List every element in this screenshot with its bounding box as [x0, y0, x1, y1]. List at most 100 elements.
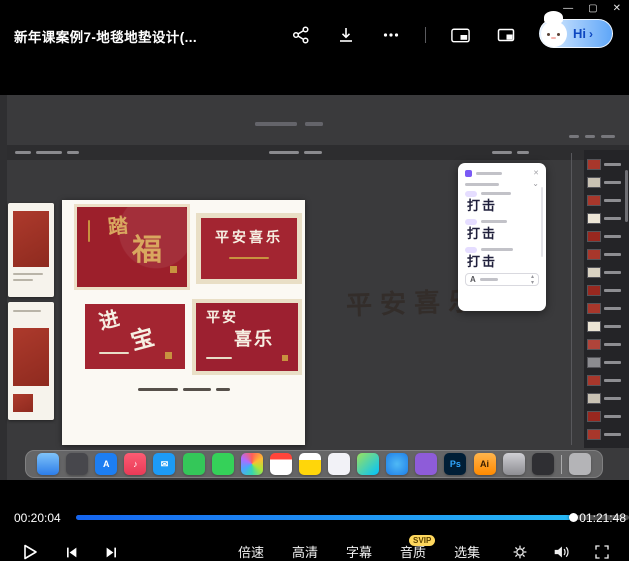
stepper-icon[interactable]: ▴▾: [531, 274, 534, 286]
panel-app-icon: [465, 170, 472, 177]
panel-close-icon[interactable]: ✕: [533, 170, 539, 177]
mini-player-icon[interactable]: [495, 24, 516, 45]
layer-row: [587, 173, 626, 191]
finder-icon: [37, 453, 59, 475]
font-style-label: [465, 217, 539, 226]
menubar-status-icons: [569, 135, 615, 138]
next-button[interactable]: [104, 545, 119, 560]
layer-row: [587, 353, 626, 371]
svip-badge: SVIP: [409, 535, 435, 546]
calligraphy-char: 福: [132, 236, 162, 266]
account-label: Hi: [573, 26, 586, 41]
menu-item-subtitles[interactable]: 字幕: [346, 546, 372, 560]
layer-row: [587, 155, 626, 173]
player-menu: 倍速 高清 字幕 音质 SVIP 选集: [238, 546, 480, 560]
photos-icon: [241, 453, 263, 475]
menu-item-speed[interactable]: 倍速: [238, 546, 264, 560]
app-window: — ▢ ✕ 新年课案例7-地毯地垫设计(...: [0, 0, 629, 561]
font-preview[interactable]: 打击: [467, 228, 539, 241]
maps-icon: [357, 453, 379, 475]
toolbar-divider: [425, 27, 426, 43]
facetime-icon: [183, 453, 205, 475]
dock: A♪✉PsAi: [25, 450, 603, 478]
account-button[interactable]: Hi ›: [539, 19, 613, 48]
layer-row: [587, 227, 626, 245]
layer-row: [587, 299, 626, 317]
layer-row: [587, 407, 626, 425]
menu-item-episodes[interactable]: 选集: [454, 546, 480, 560]
previous-button[interactable]: [64, 545, 79, 560]
style-tag: [465, 219, 477, 225]
progress-bar[interactable]: [76, 515, 629, 520]
font-preview[interactable]: 打击: [467, 256, 539, 269]
progress-thumb[interactable]: [569, 513, 578, 522]
layer-row: [587, 335, 626, 353]
dark-app-icon: [532, 453, 554, 475]
layers-list: [587, 155, 626, 443]
launchpad-icon: [66, 453, 88, 475]
volume-icon[interactable]: [553, 544, 570, 560]
chevron-down-icon: ⌄: [532, 180, 539, 188]
music-icon: ♪: [124, 453, 146, 475]
settings-icon[interactable]: [512, 544, 528, 560]
carpet-design-4: 平安 喜乐: [192, 299, 302, 375]
player-bar: 00:20:04 01:21:48 倍速 高清 字幕 音质 SVIP 选集: [0, 480, 629, 561]
video-surface[interactable]: 踏 福 平安喜乐 进 宝 平安 喜乐: [0, 95, 629, 480]
font-size-glyph: A: [470, 275, 476, 284]
minimize-icon[interactable]: —: [563, 3, 573, 15]
calligraphy-char: 踏: [107, 215, 129, 237]
calligraphy-char: 宝: [128, 325, 156, 353]
play-button[interactable]: [22, 544, 38, 560]
font-family-selector[interactable]: ⌄: [465, 179, 539, 189]
avatar-hat-decoration: [544, 11, 563, 24]
layer-row: [587, 263, 626, 281]
font-style-label: [465, 245, 539, 254]
style-tag: [465, 191, 477, 197]
panel-divider: [571, 153, 572, 445]
layer-row: [587, 371, 626, 389]
carpet-design-3: 进 宝: [85, 304, 185, 369]
share-icon[interactable]: [290, 24, 311, 45]
purple-app-icon: [415, 453, 437, 475]
font-size-input[interactable]: A ▴▾: [465, 273, 539, 286]
fullscreen-icon[interactable]: [594, 544, 610, 560]
progress-fill: [76, 515, 574, 520]
canvas-caption-bars: [62, 388, 305, 391]
safari-icon: [386, 453, 408, 475]
more-icon[interactable]: [380, 24, 401, 45]
calligraphy-title: 平安喜乐: [196, 231, 302, 245]
carpet-design-1: 踏 福: [74, 204, 190, 290]
picture-in-picture-icon[interactable]: [450, 24, 471, 45]
video-title: 新年课案例7-地毯地垫设计(...: [14, 26, 197, 46]
avatar: [541, 21, 567, 47]
artboard-label-bars: [255, 122, 323, 126]
close-icon[interactable]: ✕: [613, 3, 621, 15]
download-icon[interactable]: [335, 24, 356, 45]
menu-item-quality[interactable]: 高清: [292, 546, 318, 560]
screen-left-edge: [0, 95, 7, 480]
design-app-toolbar: [7, 145, 629, 160]
total-time: 01:21:48: [579, 512, 626, 524]
style-tag: [465, 247, 477, 253]
trash-icon: [569, 453, 591, 475]
chevron-right-icon: ›: [589, 27, 593, 41]
menu-item-audio[interactable]: 音质 SVIP: [400, 546, 426, 560]
layer-row: [587, 317, 626, 335]
calligraphy-char: 进: [97, 308, 121, 332]
settings-icon: [503, 453, 525, 475]
layer-row: [587, 281, 626, 299]
layer-row: [587, 209, 626, 227]
dock-divider: [561, 455, 562, 474]
calligraphy-line: 平安: [206, 311, 238, 325]
reminders-icon: [328, 453, 350, 475]
maximize-icon[interactable]: ▢: [588, 3, 597, 15]
slide-thumbnail-2: [8, 302, 54, 420]
layer-row: [587, 191, 626, 209]
font-preview[interactable]: 打击: [467, 200, 539, 213]
current-time: 00:20:04: [14, 512, 61, 524]
app-store-icon: A: [95, 453, 117, 475]
illustrator-icon: Ai: [474, 453, 496, 475]
notes-icon: [299, 453, 321, 475]
layers-scrollbar[interactable]: [625, 170, 628, 222]
slide-thumbnail-1: [8, 203, 54, 297]
